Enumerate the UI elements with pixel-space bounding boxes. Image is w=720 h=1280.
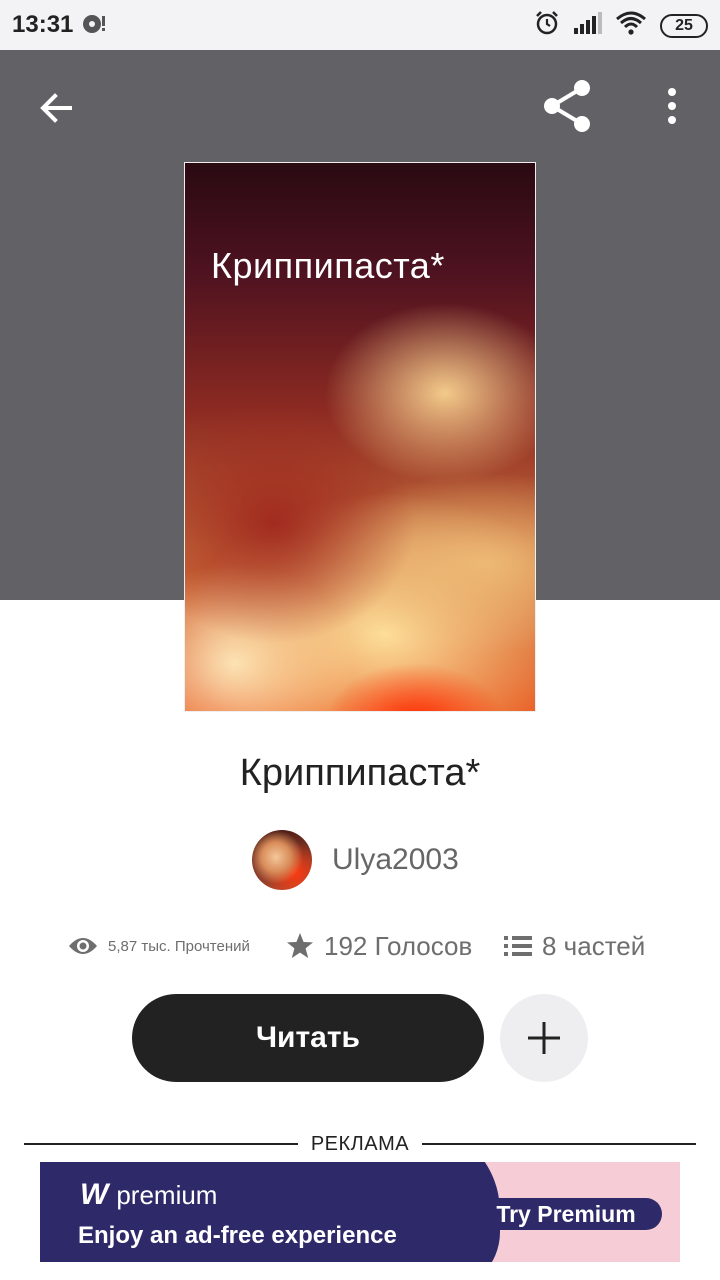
author-name[interactable]: Ulya2003 [332,843,459,877]
more-vertical-icon [668,88,676,124]
story-cover-image[interactable]: Криппипаста* [184,162,536,712]
story-title: Криппипаста* [239,752,481,794]
battery-icon: 25 [660,13,708,38]
votes-count: 192 Голосов [324,930,473,961]
signal-icon [574,12,602,39]
ad-brand-text: premium [116,1179,218,1210]
ad-tagline: Enjoy an ad-free experience [78,1222,397,1249]
status-time: 13:31 [12,11,74,38]
cover-title-text: Криппипаста* [211,245,445,286]
status-bar: 13:31 25 [0,0,720,50]
author-avatar[interactable] [252,830,312,890]
notification-icon [82,13,106,40]
votes-stat: 192 Голосов [286,924,472,968]
add-to-library-button[interactable] [500,994,588,1082]
list-icon [504,936,532,956]
share-icon [544,80,590,132]
parts-count: 8 частей [542,930,646,961]
reads-stat: 5,87 тыс. Прочтений [68,924,250,968]
reads-count: 5,87 тыс. Прочтений [108,937,250,955]
share-button[interactable] [540,80,596,132]
eye-icon [69,938,97,954]
back-button[interactable] [32,84,80,132]
star-icon [287,933,313,958]
ad-brand-logo: W premium [80,1178,217,1212]
battery-level: 25 [675,16,693,34]
plus-icon [528,1022,560,1054]
arrow-left-icon [40,93,72,123]
read-button[interactable]: Читать [132,994,484,1082]
ad-divider: РЕКЛАМА [24,1130,696,1158]
parts-stat[interactable]: 8 частей [504,924,645,968]
story-stats: 5,87 тыс. Прочтений 192 Голосов 8 частей [0,924,720,968]
try-premium-button[interactable]: Try Premium [470,1198,662,1230]
alarm-icon [534,10,560,41]
divider-line [422,1143,696,1145]
wattpad-logo-icon: W [80,1178,109,1211]
ad-banner[interactable]: W premium Enjoy an ad-free experience Tr… [40,1162,680,1262]
more-options-button[interactable] [652,84,692,132]
author-link[interactable]: Ulya2003 [252,830,459,890]
wifi-icon [616,11,646,40]
